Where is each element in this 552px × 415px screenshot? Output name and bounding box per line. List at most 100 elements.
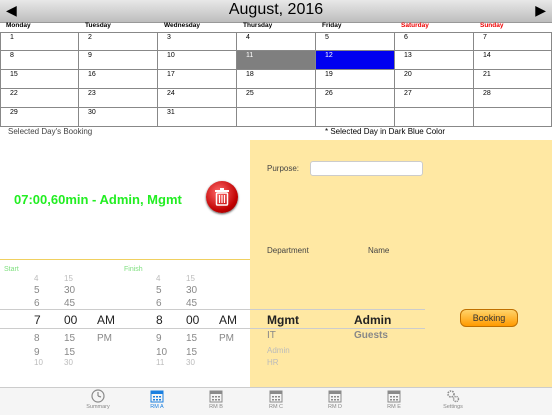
calendar-day-10[interactable]: 10 <box>158 51 237 70</box>
start-minute-option[interactable]: 00 <box>64 313 77 327</box>
finish-ampm-option[interactable]: AM <box>219 313 237 327</box>
start-hour-option[interactable]: 7 <box>34 313 41 327</box>
calendar-day-18[interactable]: 18 <box>237 70 316 89</box>
tab-rm-a[interactable]: RM A <box>137 389 177 410</box>
selected-day-label: Selected Day's Booking <box>8 127 93 136</box>
tab-label: RM E <box>387 404 401 410</box>
department-option[interactable]: HR <box>267 358 279 367</box>
calendar-day-16[interactable]: 16 <box>79 70 158 89</box>
start-hour-option[interactable]: 6 <box>34 298 40 309</box>
calendar-day-12[interactable]: 12 <box>316 51 395 70</box>
tab-rm-c[interactable]: RM C <box>256 389 296 410</box>
calendar-empty-cell <box>474 108 552 127</box>
calendar-day-23[interactable]: 23 <box>79 89 158 108</box>
finish-minute-option[interactable]: 15 <box>186 274 195 283</box>
department-option[interactable]: Mgmt <box>267 313 299 327</box>
finish-hour-option[interactable]: 11 <box>156 358 164 367</box>
name-option[interactable]: Admin <box>354 313 391 327</box>
calendar-empty-cell <box>237 108 316 127</box>
calendar-day-29[interactable]: 29 <box>0 108 79 127</box>
finish-hour-option[interactable]: 5 <box>156 285 162 296</box>
department-label: Department <box>267 246 309 255</box>
calendar-day-26[interactable]: 26 <box>316 89 395 108</box>
finish-hour-option[interactable]: 4 <box>156 274 160 283</box>
calendar-day-19[interactable]: 19 <box>316 70 395 89</box>
finish-minute-option[interactable]: 15 <box>186 347 197 358</box>
calendar-day-8[interactable]: 8 <box>0 51 79 70</box>
tab-label: RM A <box>150 404 164 410</box>
tab-rm-b[interactable]: RM B <box>196 389 236 410</box>
calendar-day-24[interactable]: 24 <box>158 89 237 108</box>
calendar-day-25[interactable]: 25 <box>237 89 316 108</box>
start-minute-option[interactable]: 15 <box>64 274 73 283</box>
start-hour-option[interactable]: 9 <box>34 347 40 358</box>
calendar-day-11[interactable]: 11 <box>237 51 316 70</box>
calendar-day-2[interactable]: 2 <box>79 32 158 51</box>
finish-minute-option[interactable]: 30 <box>186 358 195 367</box>
prev-month-arrow-icon[interactable]: ◀ <box>6 2 17 19</box>
calendar-day-15[interactable]: 15 <box>0 70 79 89</box>
calendar-day-30[interactable]: 30 <box>79 108 158 127</box>
next-month-arrow-icon[interactable]: ▶ <box>535 2 546 19</box>
finish-minute-option[interactable]: 30 <box>186 285 197 296</box>
finish-hour-option[interactable]: 8 <box>156 313 163 327</box>
start-minute-option[interactable]: 30 <box>64 285 75 296</box>
calendar-day-28[interactable]: 28 <box>474 89 552 108</box>
finish-label: Finish <box>124 266 143 273</box>
start-ampm-option[interactable]: PM <box>97 333 112 344</box>
calendar-day-20[interactable]: 20 <box>395 70 474 89</box>
picker-selection-top <box>0 309 425 310</box>
finish-minute-option[interactable]: 45 <box>186 298 197 309</box>
finish-minute-option[interactable]: 00 <box>186 313 199 327</box>
calendar-day-17[interactable]: 17 <box>158 70 237 89</box>
calendar-day-9[interactable]: 9 <box>79 51 158 70</box>
finish-ampm-option[interactable]: PM <box>219 333 234 344</box>
tab-label: RM B <box>209 404 223 410</box>
calendar-day-3[interactable]: 3 <box>158 32 237 51</box>
tab-label: RM D <box>327 404 343 410</box>
start-minute-option[interactable]: 15 <box>64 333 75 344</box>
booking-entry[interactable]: 07:00,60min - Admin, Mgmt <box>14 192 182 207</box>
start-hour-option[interactable]: 5 <box>34 285 40 296</box>
department-option[interactable]: IT <box>267 330 276 341</box>
weekday-wednesday: Wednesday <box>164 22 201 29</box>
finish-hour-option[interactable]: 6 <box>156 298 162 309</box>
tab-rm-e[interactable]: RM E <box>374 389 414 410</box>
delete-booking-button[interactable] <box>206 181 238 213</box>
start-hour-option[interactable]: 10 <box>34 358 43 367</box>
weekday-row: Monday Tuesday Wednesday Thursday Friday Satu… <box>0 22 552 32</box>
tab-rm-d[interactable]: RM D <box>315 389 355 410</box>
tab-label: Settings <box>443 404 463 410</box>
calendar-day-7[interactable]: 7 <box>474 32 552 51</box>
calendar-day-21[interactable]: 21 <box>474 70 552 89</box>
calendar-day-1[interactable]: 1 <box>0 32 79 51</box>
calendar-day-4[interactable]: 4 <box>237 32 316 51</box>
picker-selection-bottom <box>0 328 425 329</box>
finish-hour-option[interactable]: 10 <box>156 347 167 358</box>
calendar-grid: 1 2 3 4 5 6 7 8 9 10 11 12 13 14 15 16 17 18 19 20 21 22 23 24 2… <box>0 32 552 128</box>
calendar-day-22[interactable]: 22 <box>0 89 79 108</box>
calendar-day-6[interactable]: 6 <box>395 32 474 51</box>
start-minute-option[interactable]: 45 <box>64 298 75 309</box>
calendar-day-14[interactable]: 14 <box>474 51 552 70</box>
calendar-day-27[interactable]: 27 <box>395 89 474 108</box>
gear-icon <box>433 389 473 403</box>
start-hour-option[interactable]: 4 <box>34 274 38 283</box>
tab-settings[interactable]: Settings <box>433 389 473 410</box>
selected-day-note: * Selected Day in Dark Blue Color <box>325 127 446 136</box>
department-option[interactable]: Admin <box>267 346 290 355</box>
purpose-input[interactable] <box>310 161 423 176</box>
start-hour-option[interactable]: 8 <box>34 333 40 344</box>
booking-button[interactable]: Booking <box>460 309 518 327</box>
start-minute-option[interactable]: 30 <box>64 358 73 367</box>
calendar-day-5[interactable]: 5 <box>316 32 395 51</box>
start-ampm-option[interactable]: AM <box>97 313 115 327</box>
start-minute-option[interactable]: 15 <box>64 347 75 358</box>
finish-hour-option[interactable]: 9 <box>156 333 162 344</box>
tab-summary[interactable]: Summary <box>78 389 118 410</box>
calendar-day-13[interactable]: 13 <box>395 51 474 70</box>
calendar-day-31[interactable]: 31 <box>158 108 237 127</box>
name-option[interactable]: Guests <box>354 330 388 341</box>
finish-minute-option[interactable]: 15 <box>186 333 197 344</box>
weekday-monday: Monday <box>6 22 31 29</box>
